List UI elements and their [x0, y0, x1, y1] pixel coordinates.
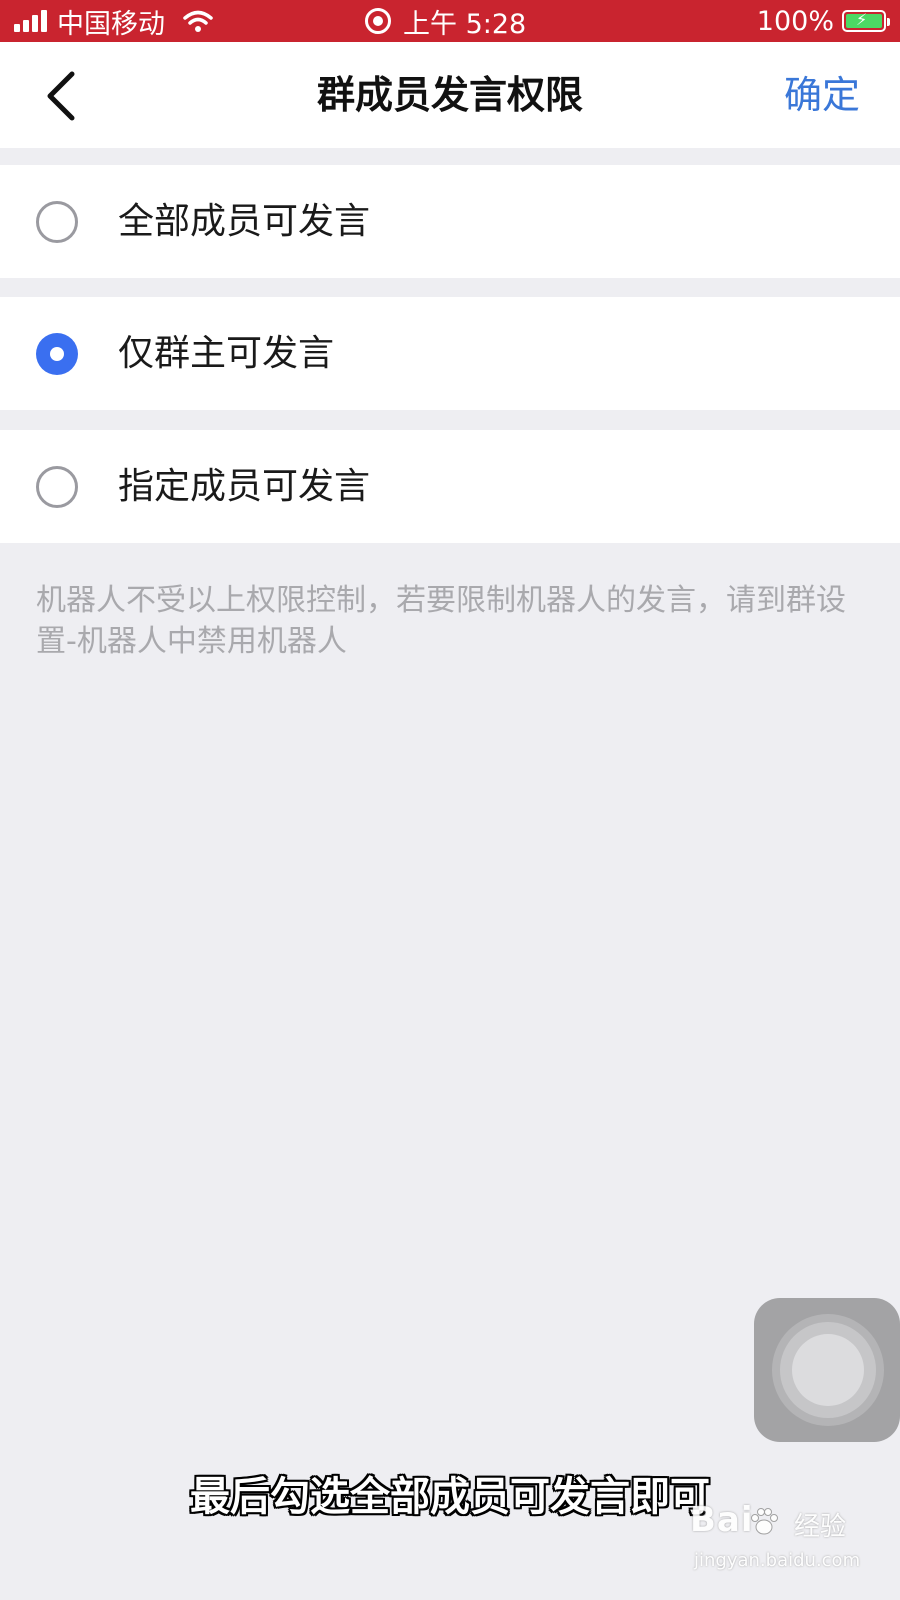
nav-bar: 群成员发言权限 确定: [0, 42, 900, 148]
baidu-jingyan-watermark: Bai 经验 jingyan.baidu.com: [690, 1500, 890, 1590]
screen-record-icon: [365, 8, 391, 34]
page-title: 群成员发言权限: [316, 73, 583, 117]
bot-permission-note: 机器人不受以上权限控制，若要限制机器人的发言，请到群设置-机器人中禁用机器人: [36, 583, 846, 659]
watermark-suffix: 经验: [794, 1512, 847, 1542]
watermark-brand: Bai: [690, 1500, 754, 1540]
status-bar: 中国移动 上午 5:28 100% ⚡: [0, 0, 900, 42]
radio-button[interactable]: [36, 201, 78, 243]
time-label: 上午 5:28: [403, 8, 527, 40]
option-owner-only[interactable]: 仅群主可发言: [0, 297, 900, 410]
back-arrow-icon[interactable]: [38, 68, 88, 124]
battery-icon: ⚡: [842, 10, 890, 32]
option-label: 指定成员可发言: [118, 466, 371, 507]
assistive-touch-button[interactable]: [754, 1298, 900, 1442]
option-all-members[interactable]: 全部成员可发言: [0, 165, 900, 278]
option-label: 仅群主可发言: [118, 333, 335, 374]
radio-button[interactable]: [36, 466, 78, 508]
watermark-url: jingyan.baidu.com: [694, 1550, 861, 1571]
assistive-touch-ring: [772, 1314, 884, 1426]
wifi-icon: [183, 10, 213, 32]
confirm-button[interactable]: 确定: [784, 42, 860, 148]
charging-bolt-icon: ⚡: [856, 10, 868, 29]
status-right: 100% ⚡: [756, 4, 890, 38]
paw-logo-icon: [751, 1508, 778, 1535]
signal-icon: [14, 10, 47, 32]
option-label: 全部成员可发言: [118, 201, 371, 242]
status-left: 中国移动: [14, 4, 213, 40]
status-center: 上午 5:28: [365, 4, 527, 40]
carrier-label: 中国移动: [57, 8, 165, 40]
battery-percent: 100%: [756, 5, 834, 37]
radio-button-selected[interactable]: [36, 333, 78, 375]
assistive-touch-core: [792, 1334, 864, 1406]
option-specified-members[interactable]: 指定成员可发言: [0, 430, 900, 543]
assistive-touch-ring-inner: [780, 1322, 876, 1418]
